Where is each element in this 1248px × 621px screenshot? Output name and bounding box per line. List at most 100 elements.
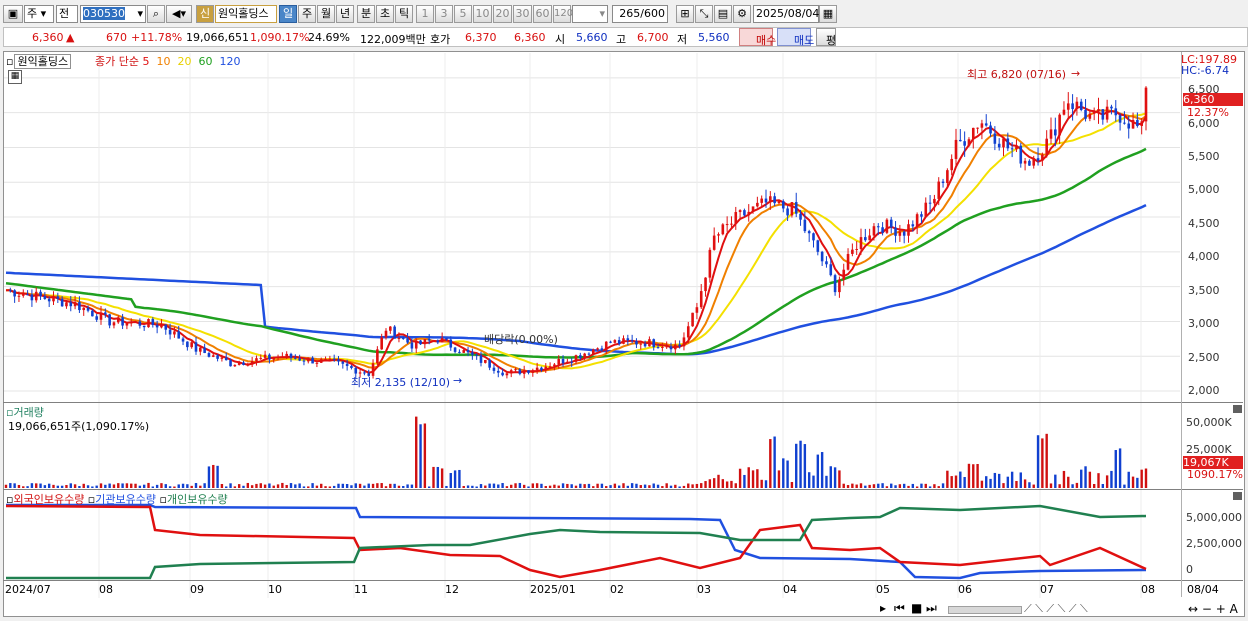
volume-bar	[786, 460, 789, 488]
volume-bar	[596, 483, 599, 488]
rewind-icon[interactable]: ⏮	[894, 601, 905, 616]
volume-pct-marker: 1090.17%	[1187, 468, 1243, 481]
candle-body	[661, 346, 664, 348]
font-size-icon[interactable]: A	[1230, 602, 1238, 616]
candle-body	[285, 353, 288, 357]
volume-bar	[933, 484, 936, 488]
volume-bar	[600, 483, 604, 488]
candle-body	[984, 123, 988, 126]
candle-body	[760, 198, 763, 203]
volume-bar	[1114, 450, 1117, 488]
volume-bar	[920, 483, 923, 488]
volume-bar	[963, 476, 966, 488]
candle-body	[43, 296, 47, 299]
candle-body	[712, 235, 716, 250]
zoom-out-icon[interactable]: −	[1202, 602, 1212, 616]
candle-body	[639, 343, 643, 345]
volume-bar	[43, 485, 47, 488]
candle-body	[941, 181, 945, 183]
volume-bar	[376, 483, 379, 488]
candle-body	[946, 170, 949, 183]
candle-body	[458, 351, 461, 353]
price-ytick: 5,000	[1188, 183, 1220, 196]
candle-body	[695, 307, 699, 313]
price-ytick: 6,500	[1188, 83, 1220, 96]
candle-body	[911, 224, 915, 227]
ma60-path	[5, 147, 1147, 359]
volume-bar	[756, 469, 759, 488]
volume-bar	[643, 484, 647, 488]
volume-bar	[764, 480, 768, 488]
candle-body	[1058, 114, 1061, 136]
candle-body	[846, 253, 850, 270]
candle-body	[959, 139, 962, 142]
volume-bar	[760, 479, 763, 488]
volume-bar	[177, 484, 180, 488]
scroll-controls: ▸ ⏮ ■ ⏭	[878, 601, 938, 616]
volume-bar	[1136, 477, 1139, 488]
scrollbar[interactable]	[948, 606, 1022, 614]
candle-body	[112, 322, 116, 326]
volume-bar	[393, 483, 396, 488]
candle-body	[410, 342, 414, 349]
xaxis-separator	[3, 580, 1243, 581]
candle-body	[963, 141, 966, 146]
draw-tools-icons[interactable]: ⟋ ⟍ ⟋ ⟍ ⟋ ⟍	[1024, 602, 1088, 616]
candle-body	[579, 355, 582, 359]
volume-bar	[207, 466, 211, 488]
play-icon[interactable]: ▸	[880, 601, 886, 615]
high-arrow-icon: →	[1071, 67, 1081, 80]
stop-icon[interactable]: ■	[911, 601, 922, 615]
candle-body	[648, 339, 651, 347]
candle-body	[902, 231, 906, 236]
volume-bar	[881, 483, 884, 488]
volume-bar	[911, 483, 915, 488]
volume-bar	[859, 483, 863, 488]
price-ytick: 3,000	[1188, 317, 1220, 330]
volume-bar	[972, 464, 975, 488]
candle-body	[471, 352, 474, 355]
candle-body	[272, 357, 276, 360]
price-ytick: 4,000	[1188, 250, 1220, 263]
volume-bar	[117, 483, 120, 488]
zoom-in-icon[interactable]: +	[1216, 602, 1226, 616]
volume-bar	[475, 486, 478, 488]
candle-body	[95, 316, 98, 320]
volume-bar	[1127, 471, 1130, 488]
forward-icon[interactable]: ⏭	[926, 601, 937, 616]
volume-bar	[1110, 470, 1113, 488]
candle-body	[380, 337, 383, 350]
volume-bar	[877, 483, 880, 488]
candle-body	[1023, 160, 1027, 164]
candle-body	[91, 310, 94, 317]
volume-bar	[514, 483, 517, 488]
volume-bar	[566, 483, 569, 488]
move-icon[interactable]: ↔	[1188, 602, 1198, 616]
volume-bar	[199, 485, 202, 488]
candle-body	[535, 367, 539, 371]
candle-body	[224, 357, 228, 361]
candle-body	[829, 264, 833, 276]
volume-bar	[307, 486, 310, 488]
candle-body	[933, 198, 936, 204]
candle-body	[1114, 108, 1118, 116]
candle-body	[138, 321, 142, 326]
volume-panel-close-icon[interactable]	[1233, 405, 1242, 413]
volume-bar	[39, 483, 42, 488]
volume-bar	[583, 484, 586, 488]
holding-panel-close-icon[interactable]	[1233, 492, 1242, 500]
candle-body	[859, 237, 863, 249]
candle-body	[889, 219, 893, 228]
volume-bar	[142, 484, 146, 488]
grid-toggle-icon[interactable]: ▦	[8, 70, 22, 84]
ma60-line	[5, 147, 1147, 359]
volume-bar	[937, 486, 940, 488]
volume-bar	[406, 484, 409, 488]
candle-body	[794, 202, 798, 214]
price-ytick: 2,500	[1188, 351, 1220, 364]
volume-bar	[954, 475, 958, 488]
xaxis-tick: 06	[958, 583, 972, 596]
volume-bar	[617, 485, 621, 488]
volume-bar	[1118, 448, 1122, 488]
volume-bar	[168, 486, 172, 488]
